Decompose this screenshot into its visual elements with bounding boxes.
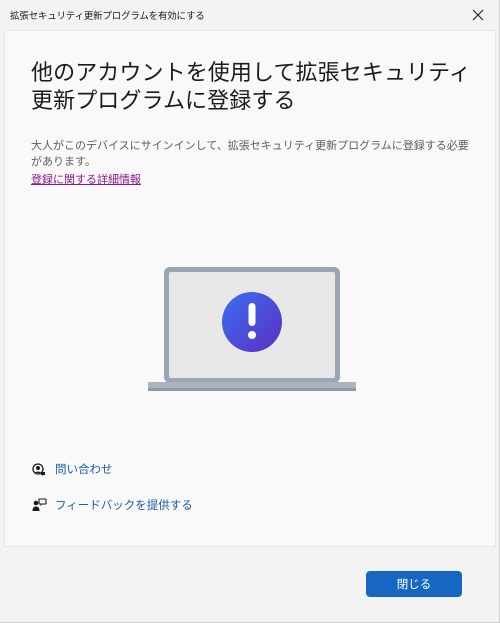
close-button[interactable]: 閉じる	[366, 571, 462, 597]
close-icon	[472, 9, 484, 21]
description-text: 大人がこのデバイスにサインインして、拡張セキュリティ更新プログラムに登録する必要…	[31, 139, 469, 168]
contact-support-link[interactable]: 問い合わせ	[31, 459, 113, 479]
feedback-label: フィードバックを提供する	[55, 498, 193, 512]
page-title: 他のアカウントを使用して拡張セキュリティ更新プログラムに登録する	[31, 61, 472, 114]
contact-support-icon	[31, 461, 47, 477]
feedback-icon	[31, 497, 47, 513]
title-bar: 拡張セキュリティ更新プログラムを有効にする	[0, 0, 499, 30]
footer-bar: 閉じる	[4, 547, 496, 621]
feedback-link[interactable]: フィードバックを提供する	[31, 495, 193, 515]
laptop-alert-illustration	[148, 267, 356, 391]
title-close-button[interactable]	[464, 0, 492, 30]
content-panel: 他のアカウントを使用して拡張セキュリティ更新プログラムに登録する 大人がこのデバ…	[4, 30, 496, 547]
dialog-window: 拡張セキュリティ更新プログラムを有効にする 他のアカウントを使用して拡張セキュリ…	[0, 0, 500, 623]
window-title: 拡張セキュリティ更新プログラムを有効にする	[10, 11, 205, 22]
registration-details-link[interactable]: 登録に関する詳細情報	[31, 172, 141, 187]
contact-label: 問い合わせ	[55, 462, 113, 476]
